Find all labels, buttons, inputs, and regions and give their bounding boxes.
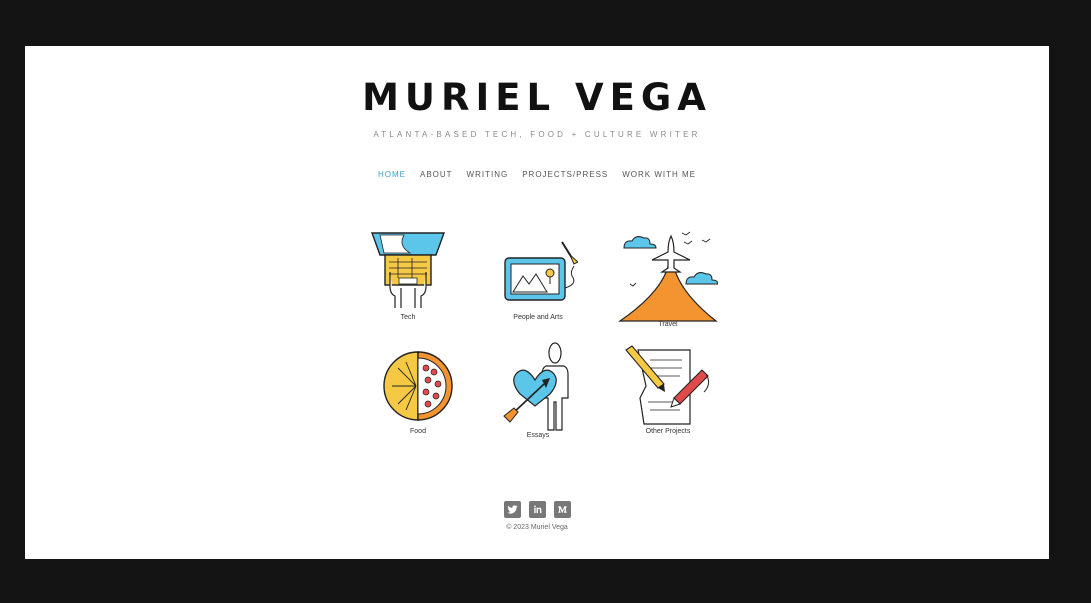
- paper-pen-icon: [625, 345, 710, 425]
- category-label: Other Projects: [645, 428, 691, 435]
- category-label: People and Arts: [513, 314, 563, 321]
- page-card: MURIEL VEGA ATLANTA-BASED TECH, FOOD + C…: [25, 46, 1049, 559]
- category-travel[interactable]: Travel: [618, 228, 718, 328]
- pie-pizza-icon: [383, 351, 453, 421]
- category-label: Essays: [526, 432, 550, 439]
- category-other-projects[interactable]: Other Projects: [618, 344, 718, 435]
- category-people-and-arts[interactable]: People and Arts: [488, 228, 588, 321]
- copyright-text: © 2023 Muriel Vega: [506, 524, 568, 531]
- category-tech[interactable]: Tech: [358, 228, 458, 321]
- category-food[interactable]: Food: [368, 348, 468, 435]
- social-links: [25, 501, 1049, 518]
- heart-person-icon: [503, 342, 569, 431]
- medium-icon[interactable]: [553, 501, 571, 518]
- category-grid: Tech People and Arts Travel Food Essays …: [25, 46, 1049, 559]
- twitter-icon[interactable]: [503, 501, 521, 518]
- category-essays[interactable]: Essays: [488, 342, 588, 439]
- category-label: Tech: [400, 314, 416, 321]
- airplane-icon: [618, 231, 718, 322]
- category-label: Food: [410, 428, 426, 435]
- category-label: Travel: [658, 321, 678, 328]
- linkedin-icon[interactable]: [528, 501, 546, 518]
- picture-frame-icon: [504, 241, 578, 301]
- laptop-icon: [371, 232, 445, 308]
